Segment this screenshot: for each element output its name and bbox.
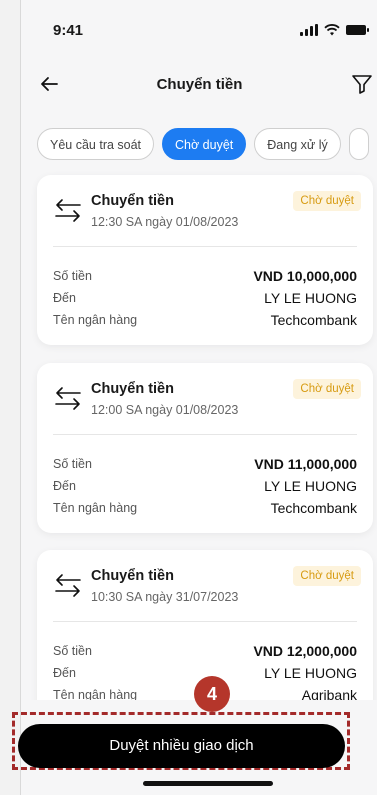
recipient-label: Đến bbox=[53, 291, 76, 305]
amount-value: VND 10,000,000 bbox=[253, 268, 357, 284]
bank-row: Tên ngân hàng Techcombank bbox=[53, 498, 357, 518]
phone-screen: 9:41 Chuyển tiền Yêu cầu tra soát Chờ du… bbox=[20, 0, 377, 795]
tab-dang-xu-ly[interactable]: Đang xử lý bbox=[254, 128, 341, 160]
transaction-card[interactable]: Chuyển tiền 12:30 SA ngày 01/08/2023 Chờ… bbox=[37, 175, 373, 345]
bank-label: Tên ngân hàng bbox=[53, 313, 138, 327]
wifi-icon bbox=[324, 24, 340, 36]
signal-icon bbox=[300, 24, 318, 36]
approve-multiple-button[interactable]: Duyệt nhiều giao dịch bbox=[18, 724, 345, 768]
status-badge: Chờ duyệt bbox=[293, 566, 361, 586]
recipient-label: Đến bbox=[53, 479, 76, 493]
card-header: Chuyển tiền 12:00 SA ngày 01/08/2023 Chờ… bbox=[37, 363, 373, 431]
amount-label: Số tiền bbox=[53, 457, 92, 471]
status-badge: Chờ duyệt bbox=[293, 379, 361, 399]
card-title: Chuyển tiền bbox=[91, 193, 174, 209]
amount-value: VND 11,000,000 bbox=[254, 456, 357, 472]
tab-cho-duyet[interactable]: Chờ duyệt bbox=[162, 128, 247, 160]
amount-label: Số tiền bbox=[53, 269, 92, 283]
card-divider bbox=[53, 434, 357, 435]
status-badge: Chờ duyệt bbox=[293, 191, 361, 211]
card-divider bbox=[53, 246, 357, 247]
card-header: Chuyển tiền 12:30 SA ngày 01/08/2023 Chờ… bbox=[37, 175, 373, 243]
home-indicator bbox=[143, 781, 273, 786]
filter-icon[interactable] bbox=[350, 72, 374, 96]
status-tabs: Yêu cầu tra soát Chờ duyệt Đang xử lý bbox=[37, 128, 369, 160]
recipient-value: LY LE HUONG bbox=[264, 665, 357, 681]
card-time: 10:30 SA ngày 31/07/2023 bbox=[91, 590, 239, 604]
status-bar: 9:41 bbox=[21, 0, 377, 60]
card-time: 12:00 SA ngày 01/08/2023 bbox=[91, 403, 239, 417]
status-time: 9:41 bbox=[53, 22, 84, 39]
amount-value: VND 12,000,000 bbox=[253, 643, 357, 659]
bank-value: Techcombank bbox=[270, 500, 357, 516]
amount-row: Số tiền VND 12,000,000 bbox=[53, 641, 357, 661]
amount-label: Số tiền bbox=[53, 644, 92, 658]
step-number-badge: 4 bbox=[194, 676, 230, 712]
transaction-card[interactable]: Chuyển tiền 12:00 SA ngày 01/08/2023 Chờ… bbox=[37, 363, 373, 533]
recipient-label: Đến bbox=[53, 666, 76, 680]
transfer-arrows-icon bbox=[55, 574, 81, 597]
transfer-arrows-icon bbox=[55, 199, 81, 222]
card-time: 12:30 SA ngày 01/08/2023 bbox=[91, 215, 239, 229]
bank-value: Techcombank bbox=[270, 312, 357, 328]
tab-more[interactable] bbox=[348, 128, 369, 160]
recipient-row: Đến LY LE HUONG bbox=[53, 476, 357, 496]
card-header: Chuyển tiền 10:30 SA ngày 31/07/2023 Chờ… bbox=[37, 550, 373, 618]
transfer-arrows-icon bbox=[55, 387, 81, 410]
page-title: Chuyển tiền bbox=[156, 76, 243, 93]
recipient-row: Đến LY LE HUONG bbox=[53, 288, 357, 308]
recipient-value: LY LE HUONG bbox=[264, 478, 357, 494]
top-nav: Chuyển tiền bbox=[21, 64, 377, 108]
tab-yeu-cau-tra-soat[interactable]: Yêu cầu tra soát bbox=[37, 128, 155, 160]
card-divider bbox=[53, 621, 357, 622]
amount-row: Số tiền VND 11,000,000 bbox=[53, 454, 357, 474]
battery-icon bbox=[346, 25, 369, 35]
amount-row: Số tiền VND 10,000,000 bbox=[53, 266, 357, 286]
card-title: Chuyển tiền bbox=[91, 568, 174, 584]
card-title: Chuyển tiền bbox=[91, 381, 174, 397]
recipient-value: LY LE HUONG bbox=[264, 290, 357, 306]
bank-row: Tên ngân hàng Techcombank bbox=[53, 310, 357, 330]
status-icons bbox=[300, 24, 369, 36]
bank-label: Tên ngân hàng bbox=[53, 501, 138, 515]
